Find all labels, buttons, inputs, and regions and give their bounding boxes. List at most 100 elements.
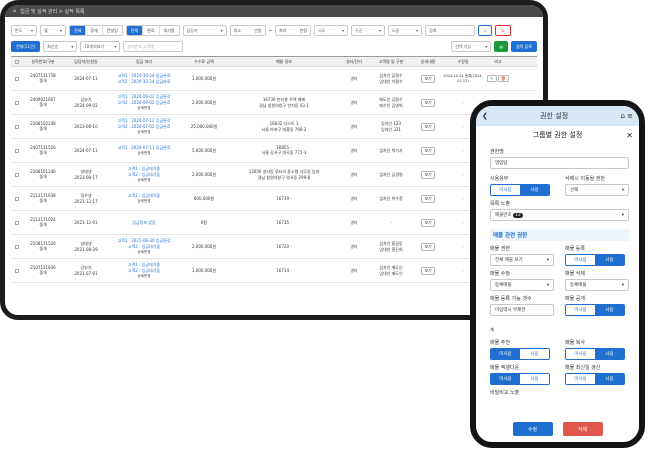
save-button[interactable]: 수정 <box>512 422 553 436</box>
toggle-off[interactable]: 미사용 <box>566 349 595 359</box>
sort-select[interactable]: 최신순 ▾ <box>43 41 78 52</box>
manager-select[interactable]: 담당자 ▾ <box>182 25 227 36</box>
keyword-input[interactable]: 검색 <box>424 25 475 36</box>
payment-note[interactable]: 상세변경 <box>109 178 179 183</box>
table-row[interactable]: 2107131836 중개 강부기 2021-07-01 고객1 : 입금대기중 고객… <box>11 259 537 283</box>
row-checkbox[interactable] <box>15 100 19 105</box>
row-checkbox[interactable] <box>15 220 19 225</box>
view-detail-button[interactable]: 보기 <box>421 146 435 155</box>
perm-toggle[interactable]: 미사용 사용 <box>565 373 625 385</box>
row-checkbox[interactable] <box>15 172 19 177</box>
edit-icon[interactable]: ✎ <box>487 75 497 82</box>
toggle-off[interactable]: 미사용 <box>566 374 595 384</box>
table-row[interactable]: 2308101240 중개 성태생 2023-08-17 고객1 : 입금대기중 고객… <box>11 163 537 187</box>
perm-toggle[interactable]: 미사용 사용 <box>490 348 550 360</box>
payment-note[interactable]: 상세변경 <box>109 151 179 156</box>
table-row[interactable]: 2112171638 중개 정우생 2021-12-17 고객1 : 입금대기중 상세… <box>11 187 537 211</box>
table-row[interactable]: 2409021607 중개 김부기 2024-09-02 고객1 : 2024-09… <box>11 91 537 115</box>
perm-select[interactable]: 미입력시 무제한 <box>490 304 554 316</box>
home-icon[interactable]: ⌂ <box>13 8 16 14</box>
city-select[interactable]: 시도 ▾ <box>313 25 348 36</box>
perm-toggle[interactable]: 미사용 사용 <box>490 373 550 385</box>
payment-note[interactable]: 상세변경 <box>109 106 179 111</box>
view-detail-button[interactable]: 보기 <box>421 74 435 83</box>
view-detail-button[interactable]: 보기 <box>421 194 435 203</box>
add-record-button[interactable]: 실적 등록 <box>511 41 537 52</box>
perm-select[interactable]: 전체 매물 보기 ▾ <box>490 254 554 266</box>
perm-label: 매물 등록 <box>565 246 585 252</box>
payment-note[interactable]: 상세변경 <box>109 130 179 135</box>
menu-icon[interactable]: ⌂ ≡ <box>620 112 633 120</box>
delete-button[interactable]: 삭제 <box>562 422 603 436</box>
toggle-off[interactable]: 미사용 <box>566 255 595 265</box>
records-table: 실적번호/구분 담당자/신청일 입금 처리 수수료 금액 매물 정보 영타/단타… <box>11 56 537 283</box>
delete-move-select[interactable]: 선택 ▾ <box>565 184 629 196</box>
page-size-select[interactable]: 10개씩보기 ▾ <box>80 41 121 52</box>
view-detail-button[interactable]: 보기 <box>421 218 435 227</box>
type-consult[interactable]: 컨설팅 <box>102 26 122 35</box>
row-checkbox[interactable] <box>15 76 19 81</box>
toggle-on[interactable]: 사용 <box>520 374 549 384</box>
delete-icon[interactable]: 🗑 <box>497 75 509 82</box>
close-icon[interactable]: ✕ <box>626 131 633 140</box>
dong-select[interactable]: 도동 ▾ <box>387 25 422 36</box>
toggle-on[interactable]: 사용 <box>520 349 549 359</box>
toggle-off[interactable]: 미사용 <box>566 305 595 315</box>
reset-button[interactable]: ↻ <box>495 25 511 36</box>
table-row[interactable]: 2407111516 중개 2024-07-11 고객1 : 2024-07-11… <box>11 139 537 163</box>
use-toggle[interactable]: 미사용 사용 <box>490 184 550 196</box>
view-detail-button[interactable]: 보기 <box>421 242 435 251</box>
perm-select[interactable]: 등록매물 ▾ <box>565 279 629 291</box>
table-row[interactable]: 2112171024 중개 2021-12-01 입금정보 없음 0원 16735… <box>11 211 537 235</box>
row-checkbox[interactable] <box>15 148 19 153</box>
row-checkbox[interactable] <box>15 244 19 249</box>
payment-note[interactable]: 상세변경 <box>109 199 179 204</box>
list-expose-select[interactable]: 매물번호 12 ▾ <box>490 209 629 221</box>
perm-toggle[interactable]: 미사용 사용 <box>565 348 625 360</box>
deal-wait[interactable]: 대기중 <box>159 26 179 35</box>
use-on[interactable]: 사용 <box>520 185 549 195</box>
toggle-on[interactable]: 사용 <box>595 374 624 384</box>
type-segment[interactable]: 전체 증개 컨설팅 <box>69 25 123 36</box>
row-checkbox[interactable] <box>15 268 19 273</box>
payment-note[interactable]: 상세변경 <box>109 250 179 255</box>
back-icon[interactable]: ❮ <box>482 112 488 120</box>
view-detail-button[interactable]: 보기 <box>421 122 435 131</box>
excel-button[interactable]: ▤ <box>494 41 508 52</box>
select-all-checkbox[interactable] <box>15 59 19 64</box>
payment-note[interactable]: 상세변경 <box>109 274 179 279</box>
toggle-on[interactable]: 사용 <box>595 305 624 315</box>
record-kind: 중개 <box>39 150 47 155</box>
perm-select[interactable]: 등록매물 ▾ <box>490 279 554 291</box>
toggle-on[interactable]: 사용 <box>595 349 624 359</box>
period-select[interactable]: 반도 ▾ <box>11 25 37 36</box>
use-off[interactable]: 미사용 <box>491 185 520 195</box>
deal-done[interactable]: 완료 <box>143 26 160 35</box>
table-row[interactable]: 2108171520 중개 성태생 2021-08-29 고객1 : 2021-08… <box>11 235 537 259</box>
toggle-on[interactable]: 사용 <box>595 255 624 265</box>
month-select[interactable]: 월 ▾ <box>40 25 66 36</box>
type-all[interactable]: 전체 <box>70 26 87 35</box>
table-search-input[interactable]: 실적번호,고객명 <box>123 41 184 52</box>
view-detail-button[interactable]: 보기 <box>421 266 435 275</box>
type-broker[interactable]: 증개 <box>86 26 103 35</box>
row-checkbox[interactable] <box>15 196 19 201</box>
bulk-action-select[interactable]: 선택 기능 ▾ <box>451 41 492 52</box>
perm-toggle[interactable]: 미사용 사용 <box>565 304 625 316</box>
toggle-off[interactable]: 미사용 <box>491 349 520 359</box>
auth-name-input[interactable]: 영업팀 <box>490 157 629 169</box>
toggle-off[interactable]: 미사용 <box>491 374 520 384</box>
search-button[interactable]: ⌕ <box>477 25 493 36</box>
deal-all[interactable]: 전체 <box>126 26 144 35</box>
district-select[interactable]: 구군 ▾ <box>350 25 385 36</box>
max-amount-input[interactable]: 최대 만원 <box>274 25 311 36</box>
perm-toggle[interactable]: 미사용 사용 <box>565 254 625 266</box>
deal-segment[interactable]: 전체 완료 대기중 <box>125 25 180 36</box>
table-row[interactable]: 2308102248 중개 2023-08-10 고객1 : 2024-07-12… <box>11 115 537 139</box>
table-row[interactable]: 2407111758 중개 2024-07-11 고객1 : 2024-10-24… <box>11 67 537 91</box>
view-detail-button[interactable]: 보기 <box>421 170 435 179</box>
delete-move-label: 삭제시 이동될 권한 <box>565 176 605 182</box>
min-amount-input[interactable]: 최소 만원 <box>229 25 266 36</box>
view-detail-button[interactable]: 보기 <box>421 98 435 107</box>
row-checkbox[interactable] <box>15 124 19 129</box>
